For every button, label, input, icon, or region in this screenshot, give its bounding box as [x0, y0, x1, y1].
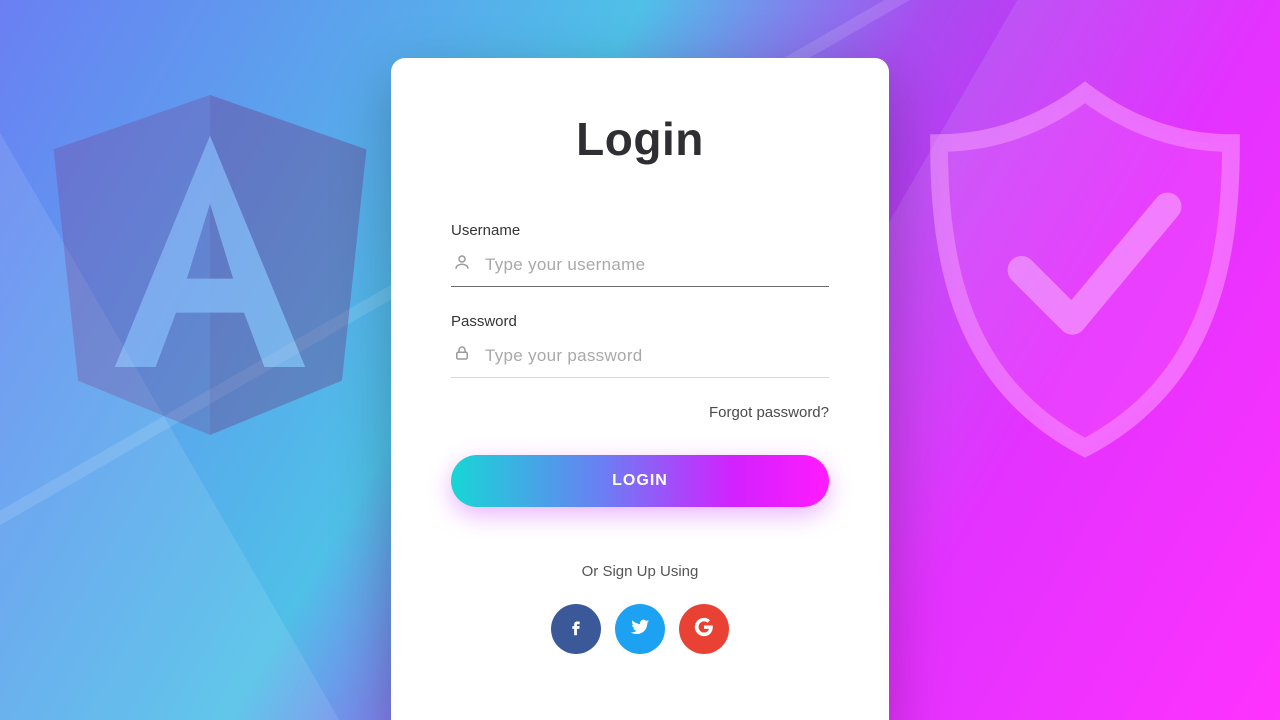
facebook-button[interactable]: [551, 604, 601, 654]
social-buttons: [451, 604, 829, 654]
username-label: Username: [451, 222, 829, 239]
shield-check-icon: [920, 70, 1250, 470]
username-input-wrap: [451, 245, 829, 287]
username-field: Username: [451, 222, 829, 287]
page-background: Login Username Password: [0, 0, 1280, 720]
twitter-icon: [629, 616, 651, 643]
forgot-password-link[interactable]: Forgot password?: [451, 404, 829, 421]
google-icon: [693, 616, 715, 643]
angular-logo-icon: [40, 80, 380, 450]
google-button[interactable]: [679, 604, 729, 654]
username-input[interactable]: [485, 255, 827, 275]
social-divider-text: Or Sign Up Using: [451, 563, 829, 580]
user-icon: [453, 253, 471, 276]
password-input-wrap: [451, 336, 829, 378]
page-title: Login: [451, 112, 829, 166]
twitter-button[interactable]: [615, 604, 665, 654]
lock-icon: [453, 344, 471, 367]
password-field: Password: [451, 313, 829, 378]
password-label: Password: [451, 313, 829, 330]
login-button[interactable]: LOGIN: [451, 455, 829, 507]
facebook-icon: [565, 616, 587, 643]
login-card: Login Username Password: [391, 58, 889, 720]
password-input[interactable]: [485, 346, 827, 366]
